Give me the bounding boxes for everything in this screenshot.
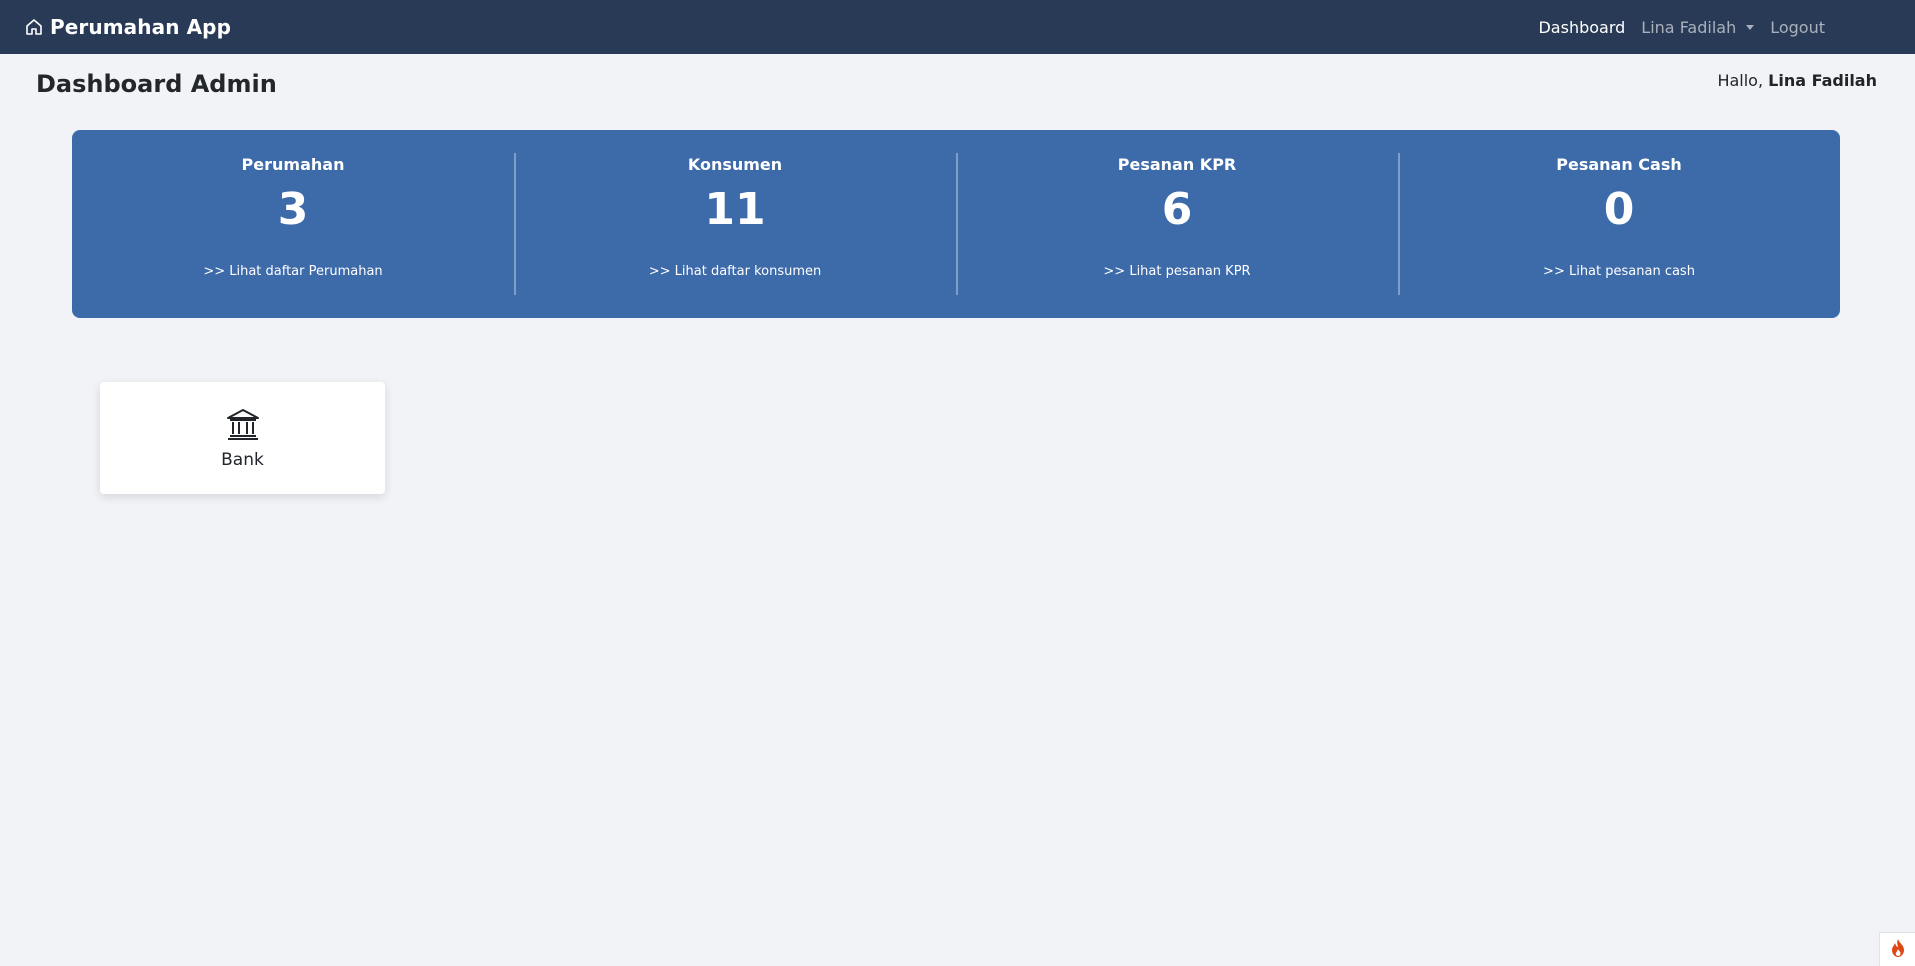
bank-icon bbox=[225, 406, 261, 442]
brand-label: Perumahan App bbox=[50, 15, 232, 39]
bank-menu-card[interactable]: Bank bbox=[100, 382, 385, 494]
view-pesanan-kpr-link[interactable]: >> Lihat pesanan KPR bbox=[1103, 264, 1250, 279]
chevron-down-icon bbox=[1746, 24, 1755, 30]
page-title: Dashboard Admin bbox=[36, 70, 277, 98]
user-dropdown-toggle[interactable]: Lina Fadilah bbox=[1641, 17, 1755, 37]
stats-panel: Perumahan 3 >> Lihat daftar Perumahan Ko… bbox=[72, 130, 1840, 318]
stat-value: 6 bbox=[1161, 184, 1193, 235]
greeting-prefix: Hallo, bbox=[1717, 71, 1764, 90]
stat-value: 3 bbox=[277, 184, 309, 235]
stat-label: Pesanan Cash bbox=[1556, 155, 1682, 174]
nav-dashboard-link[interactable]: Dashboard bbox=[1538, 18, 1625, 37]
stat-konsumen: Konsumen 11 >> Lihat daftar konsumen bbox=[514, 153, 956, 295]
debug-toolbar-button[interactable] bbox=[1879, 932, 1915, 966]
flame-icon bbox=[1889, 938, 1907, 962]
stat-label: Perumahan bbox=[241, 155, 345, 174]
greeting: Hallo, Lina Fadilah bbox=[1717, 71, 1877, 90]
view-perumahan-link[interactable]: >> Lihat daftar Perumahan bbox=[203, 264, 382, 279]
top-navbar: Perumahan App Dashboard Lina Fadilah Log… bbox=[0, 0, 1915, 54]
home-icon bbox=[24, 17, 44, 37]
brand-link[interactable]: Perumahan App bbox=[24, 0, 231, 54]
bank-label: Bank bbox=[221, 450, 264, 470]
stat-label: Pesanan KPR bbox=[1117, 155, 1237, 174]
stat-value: 0 bbox=[1603, 184, 1635, 235]
user-name-label: Lina Fadilah bbox=[1641, 17, 1737, 37]
nav-links: Dashboard Lina Fadilah Logout bbox=[1538, 0, 1825, 54]
logout-link[interactable]: Logout bbox=[1770, 18, 1825, 37]
stat-perumahan: Perumahan 3 >> Lihat daftar Perumahan bbox=[72, 153, 514, 295]
view-pesanan-cash-link[interactable]: >> Lihat pesanan cash bbox=[1543, 264, 1695, 279]
stat-pesanan-cash: Pesanan Cash 0 >> Lihat pesanan cash bbox=[1398, 153, 1840, 295]
view-konsumen-link[interactable]: >> Lihat daftar konsumen bbox=[649, 264, 822, 279]
stat-label: Konsumen bbox=[687, 155, 783, 174]
stat-value: 11 bbox=[704, 184, 766, 235]
greeting-user-name: Lina Fadilah bbox=[1768, 71, 1877, 90]
stat-pesanan-kpr: Pesanan KPR 6 >> Lihat pesanan KPR bbox=[956, 153, 1398, 295]
